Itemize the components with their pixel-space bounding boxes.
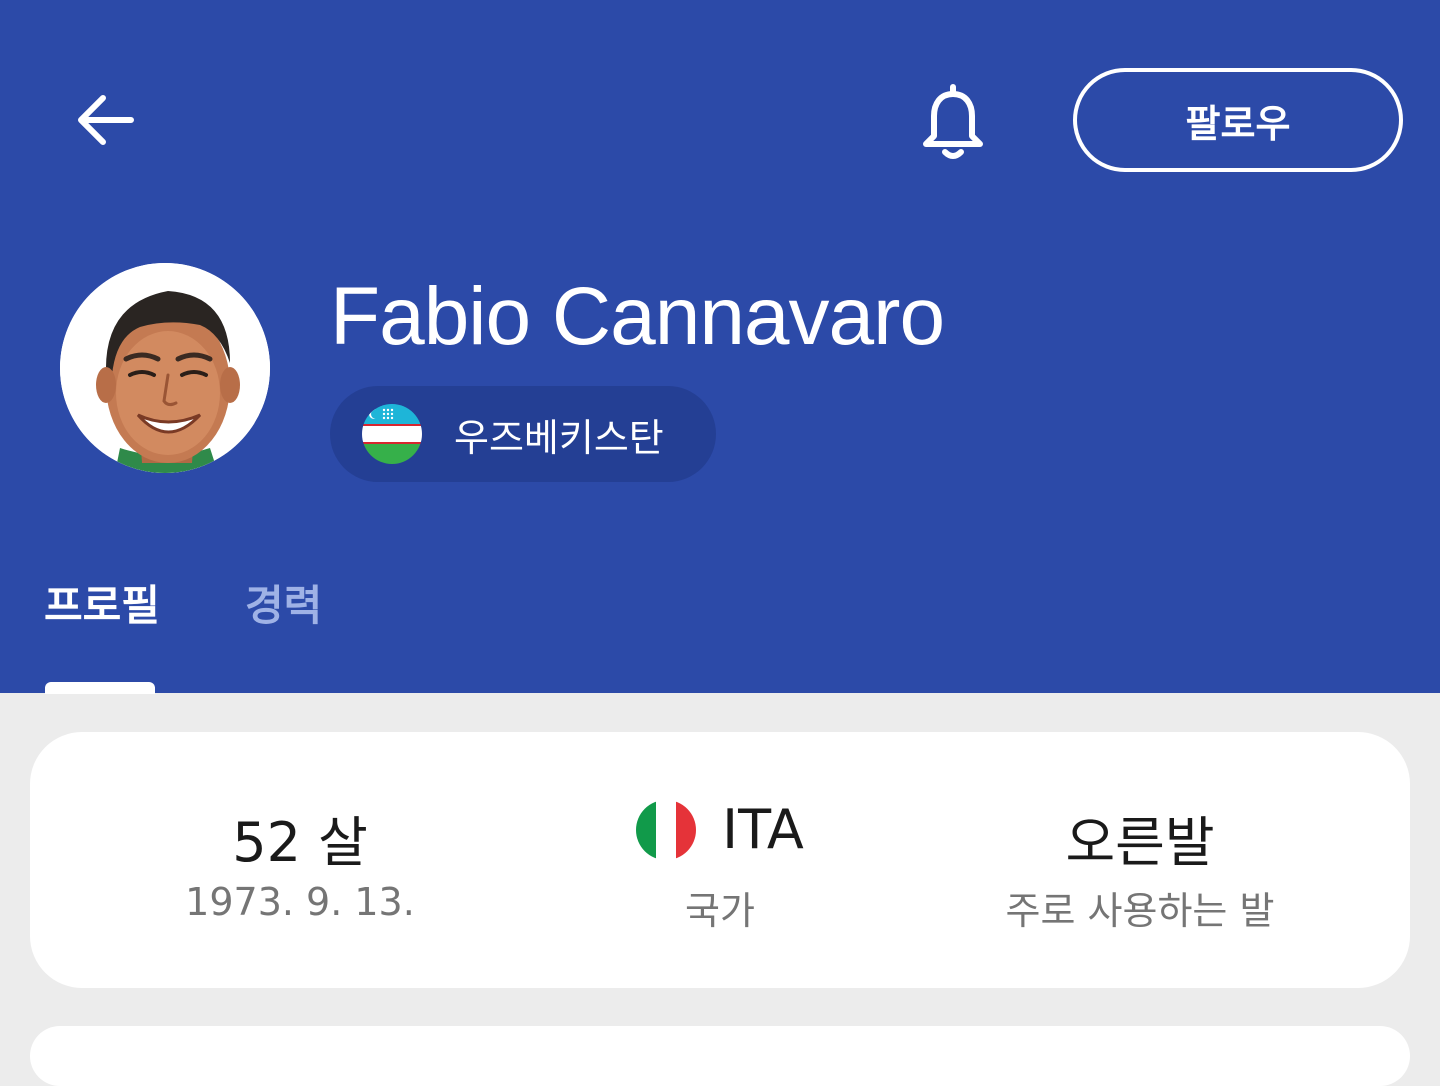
preferred-foot: 오른발 xyxy=(1065,811,1215,874)
follow-button[interactable]: 팔로우 xyxy=(1073,68,1403,172)
back-button[interactable] xyxy=(60,78,150,162)
preferred-foot-label: 주로 사용하는 발 xyxy=(1005,889,1275,933)
team-chip[interactable]: 우즈베키스탄 xyxy=(330,386,716,482)
follow-button-label: 팔로우 xyxy=(1185,101,1291,146)
tab-career[interactable]: 경력 xyxy=(245,572,322,633)
active-tab-indicator xyxy=(45,682,155,694)
tab-profile[interactable]: 프로필 xyxy=(44,572,160,633)
profile-header: 팔로우 Fabio Cannavaro 우즈베키스탄 프로필 경력 xyxy=(0,0,1440,694)
player-info-card: 52 살 1973. 9. 13. ITA 국가 오른발 주로 사용하는 발 xyxy=(30,732,1410,988)
age-value: 52 살 xyxy=(232,811,368,874)
bell-icon xyxy=(923,84,983,159)
nation-code: ITA xyxy=(722,798,804,861)
birth-date: 1973. 9. 13. xyxy=(185,880,415,924)
age-info: 52 살 1973. 9. 13. xyxy=(100,732,500,988)
team-name: 우즈베키스탄 xyxy=(454,415,664,460)
arrow-left-icon xyxy=(78,95,134,145)
next-card xyxy=(30,1026,1410,1086)
player-avatar xyxy=(60,263,270,473)
nation-info: ITA 국가 xyxy=(520,732,920,988)
notification-button[interactable] xyxy=(908,78,998,168)
player-name: Fabio Cannavaro xyxy=(330,271,945,362)
nation-label: 국가 xyxy=(685,889,755,933)
italy-flag-icon xyxy=(636,799,697,860)
uzbekistan-flag-icon xyxy=(362,404,422,464)
foot-info: 오른발 주로 사용하는 발 xyxy=(940,732,1340,988)
nation-row: ITA xyxy=(520,798,920,861)
